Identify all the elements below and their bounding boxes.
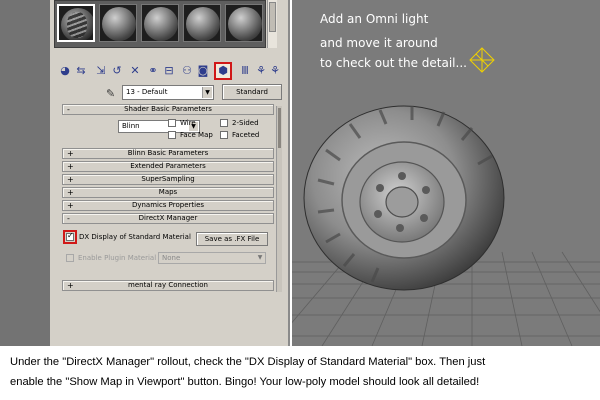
rollout-title: mental ray Connection	[128, 281, 208, 289]
material-name-dropdown[interactable]: 13 - Default ▼	[122, 85, 214, 100]
scrollbar-thumb[interactable]	[269, 2, 276, 32]
omni-light-icon	[469, 47, 495, 73]
two-sided-label: 2-Sided	[232, 119, 259, 127]
show-map-in-viewport-icon[interactable]: ⬢	[214, 62, 232, 80]
save-fx-button[interactable]: Save as .FX File	[196, 232, 268, 246]
rollout-title: DirectX Manager	[138, 214, 198, 222]
caption-line-2: enable the "Show Map in Viewport" button…	[10, 376, 480, 388]
sample-slot[interactable]	[225, 4, 263, 42]
supersampling-rollout[interactable]: + SuperSampling	[62, 174, 274, 185]
material-type-button[interactable]: Standard	[222, 84, 282, 100]
rollout-title: Blinn Basic Parameters	[127, 149, 209, 157]
viewport-scene	[292, 47, 600, 346]
assign-material-icon[interactable]: ⇲	[94, 64, 108, 78]
viewport-instruction-line-3: to check out the detail...	[320, 56, 467, 70]
shader-basic-rollout[interactable]: - Shader Basic Parameters	[62, 104, 274, 115]
blinn-basic-rollout[interactable]: + Blinn Basic Parameters	[62, 148, 274, 159]
rollout-title: Shader Basic Parameters	[124, 105, 212, 113]
material-name-row: ✎ 13 - Default ▼ Standard	[50, 84, 288, 102]
faceted-label: Faceted	[232, 131, 260, 139]
faceted-checkbox[interactable]	[220, 131, 228, 139]
sample-slots	[54, 0, 266, 48]
tire-material-slot[interactable]	[57, 4, 95, 42]
dx-display-label: DX Display of Standard Material	[79, 233, 191, 241]
sample-slot[interactable]	[183, 4, 221, 42]
rollout-scrollbar[interactable]	[276, 106, 282, 292]
tire-preview-icon	[67, 12, 87, 38]
viewport-instruction-line-2: and move it around	[320, 36, 438, 50]
go-forward-icon[interactable]: ⚘	[268, 64, 282, 78]
sample-slot[interactable]	[99, 4, 137, 42]
sample-slot[interactable]	[141, 4, 179, 42]
material-effect-icon[interactable]: ◙	[196, 64, 210, 78]
sample-sphere	[186, 7, 220, 41]
dynamics-rollout[interactable]: + Dynamics Properties	[62, 200, 274, 211]
dropdown-arrow-icon: ▼	[257, 254, 263, 261]
wire-label: Wire	[180, 119, 196, 127]
two-sided-checkbox[interactable]	[220, 119, 228, 127]
get-material-icon[interactable]: ◕	[58, 64, 72, 78]
sample-sphere	[144, 7, 178, 41]
maps-rollout[interactable]: + Maps	[62, 187, 274, 198]
expand-sign: +	[67, 201, 74, 210]
tire-model	[303, 105, 505, 291]
dx-display-checkbox[interactable]	[66, 231, 74, 241]
directx-manager-rollout[interactable]: - DirectX Manager	[62, 213, 274, 224]
left-background-strip	[0, 0, 50, 346]
delete-icon[interactable]: ✕	[128, 64, 142, 78]
enable-plugin-label: Enable Plugin Material	[78, 254, 157, 262]
make-unique-icon[interactable]: ⚭	[146, 64, 160, 78]
plugin-material-dropdown[interactable]: None ▼	[158, 252, 266, 264]
put-to-scene-icon[interactable]: ⇆	[74, 64, 88, 78]
material-name-value: 13 - Default	[126, 88, 168, 96]
enable-plugin-checkbox[interactable]	[66, 254, 74, 262]
wire-checkbox[interactable]	[168, 119, 176, 127]
expand-sign: +	[67, 149, 74, 158]
face-map-label: Face Map	[180, 131, 213, 139]
caption-line-1: Under the "DirectX Manager" rollout, che…	[10, 356, 486, 368]
material-id-icon[interactable]: ⚇	[180, 64, 194, 78]
face-map-checkbox[interactable]	[168, 131, 176, 139]
expand-sign: +	[67, 188, 74, 197]
rollout-title: SuperSampling	[141, 175, 195, 183]
rollout-title: Dynamics Properties	[131, 201, 205, 209]
dropdown-arrow-icon: ▼	[202, 87, 212, 98]
plugin-material-value: None	[162, 254, 181, 262]
expand-sign: +	[67, 162, 74, 171]
show-end-result-icon[interactable]: Ⅲ	[238, 64, 252, 78]
go-parent-icon[interactable]: ⚘	[254, 64, 268, 78]
material-toolbar: ◕ ⇆ ⇲ ↺ ✕ ⚭ ⊟ ⚇ ◙ ⬢ Ⅲ ⚘ ⚘	[54, 62, 280, 81]
perspective-viewport[interactable]: Add an Omni light and move it around to …	[292, 0, 600, 346]
material-editor-panel: ⬚ ◩ ▦ ▣ ◕ ⇆ ⇲ ↺ ✕ ⚭ ⊟ ⚇ ◙ ⬢ Ⅲ ⚘ ⚘ ✎ 13 -…	[50, 0, 290, 346]
extended-rollout[interactable]: + Extended Parameters	[62, 161, 274, 172]
rollout-title: Maps	[158, 188, 178, 196]
collapse-sign: -	[67, 105, 70, 114]
sample-sphere	[228, 7, 262, 41]
expand-sign: +	[67, 175, 74, 184]
collapse-sign: -	[67, 214, 70, 223]
sample-sphere	[102, 7, 136, 41]
shader-type-value: Blinn	[122, 122, 140, 130]
rollout-title: Extended Parameters	[130, 162, 206, 170]
tutorial-caption: Under the "DirectX Manager" rollout, che…	[0, 346, 600, 400]
put-library-icon[interactable]: ⊟	[162, 64, 176, 78]
reset-icon[interactable]: ↺	[110, 64, 124, 78]
expand-sign: +	[67, 281, 74, 290]
mental-ray-rollout[interactable]: + mental ray Connection	[62, 280, 274, 291]
slots-scrollbar[interactable]	[267, 0, 277, 48]
viewport-instruction-line-1: Add an Omni light	[320, 12, 429, 26]
scrollbar-thumb[interactable]	[278, 108, 281, 148]
eyedropper-icon[interactable]: ✎	[106, 87, 115, 100]
